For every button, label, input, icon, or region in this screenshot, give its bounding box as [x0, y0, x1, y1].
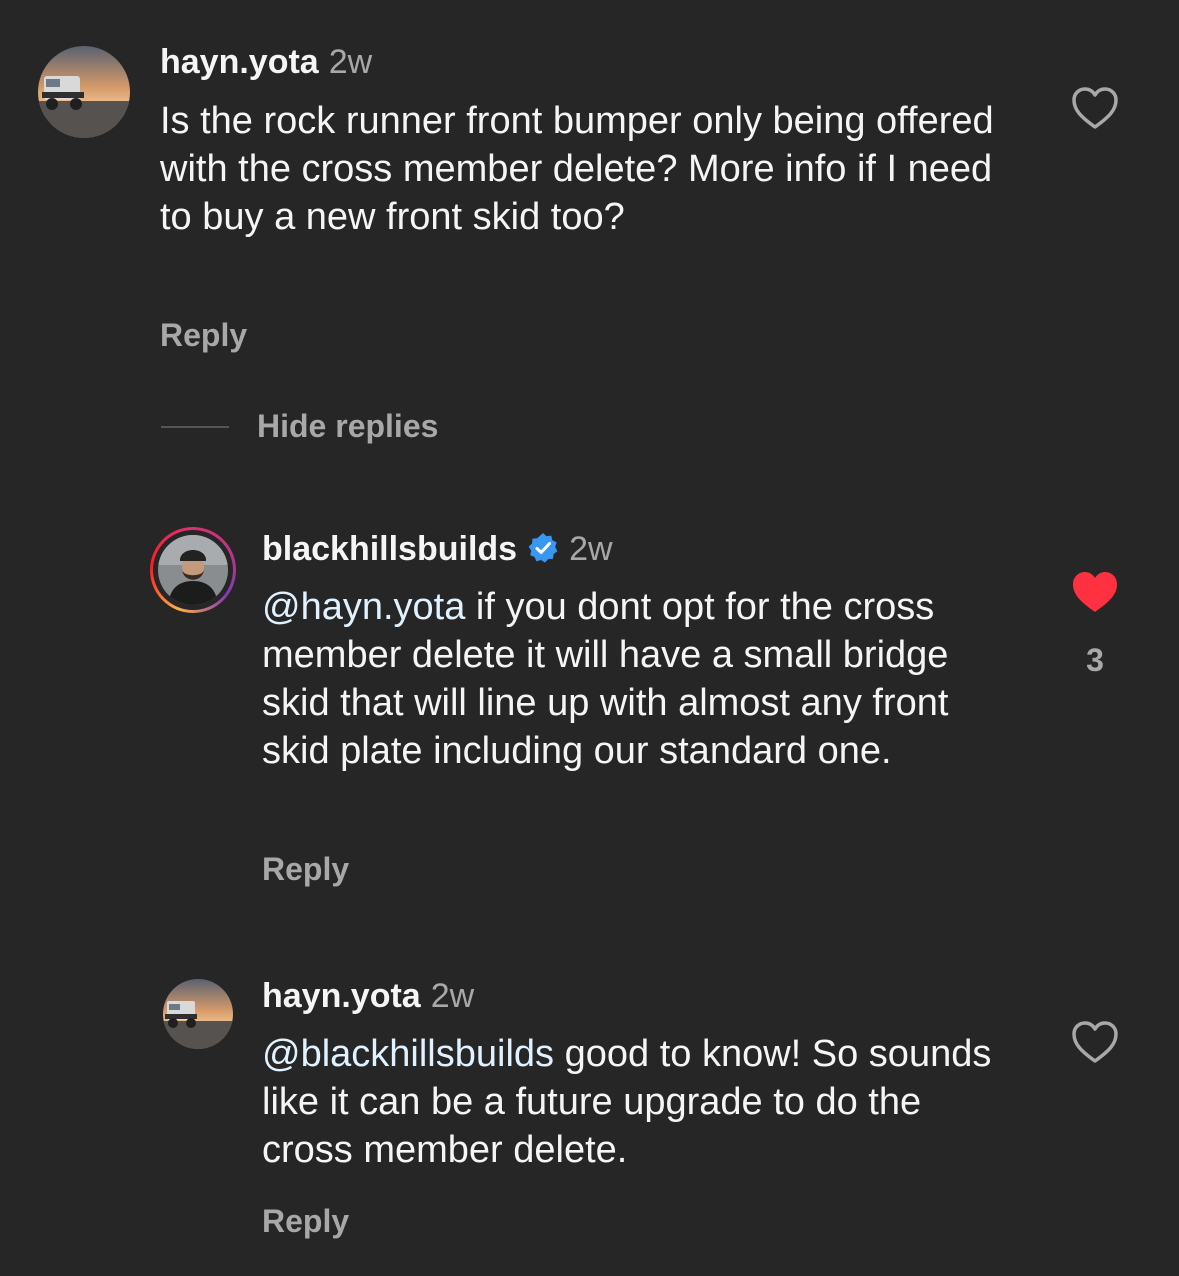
reply-username[interactable]: hayn.yota 2w — [262, 976, 474, 1016]
like-count: 3 — [1086, 642, 1104, 678]
mention-link[interactable]: @hayn.yota — [262, 586, 465, 628]
reply-button[interactable]: Reply — [262, 1202, 349, 1240]
hide-replies-button[interactable]: Hide replies — [257, 407, 438, 445]
username-text[interactable]: hayn.yota — [160, 43, 319, 81]
reply-timestamp: 2w — [569, 530, 613, 568]
comment-username[interactable]: hayn.yota 2w — [160, 42, 372, 82]
username-text[interactable]: blackhillsbuilds — [262, 530, 517, 568]
comment-body: Is the rock runner front bumper only bei… — [160, 100, 994, 238]
reply-button[interactable]: Reply — [262, 850, 349, 888]
reply-timestamp: 2w — [430, 977, 475, 1015]
comments-screen: hayn.yota 2w Is the rock runner front bum… — [0, 0, 1179, 1276]
avatar[interactable] — [38, 46, 130, 138]
avatar[interactable] — [158, 535, 228, 605]
comment-timestamp: 2w — [328, 43, 373, 81]
reply-text: @blackhillsbuilds good to know! So sound… — [262, 1030, 1002, 1174]
replies-divider — [161, 426, 229, 428]
heart-filled-icon[interactable] — [1071, 570, 1119, 614]
heart-outline-icon[interactable] — [1071, 86, 1119, 130]
reply-text: @hayn.yota if you dont opt for the cross… — [262, 583, 1002, 775]
comment-text: Is the rock runner front bumper only bei… — [160, 97, 1020, 241]
heart-outline-icon[interactable] — [1071, 1020, 1119, 1064]
avatar[interactable] — [163, 979, 233, 1049]
story-ring[interactable] — [150, 527, 236, 613]
mention-link[interactable]: @blackhillsbuilds — [262, 1033, 554, 1075]
verified-badge-icon — [528, 533, 558, 563]
reply-button[interactable]: Reply — [160, 316, 247, 354]
username-text[interactable]: hayn.yota — [262, 977, 421, 1015]
reply-username[interactable]: blackhillsbuilds 2w — [262, 529, 613, 569]
